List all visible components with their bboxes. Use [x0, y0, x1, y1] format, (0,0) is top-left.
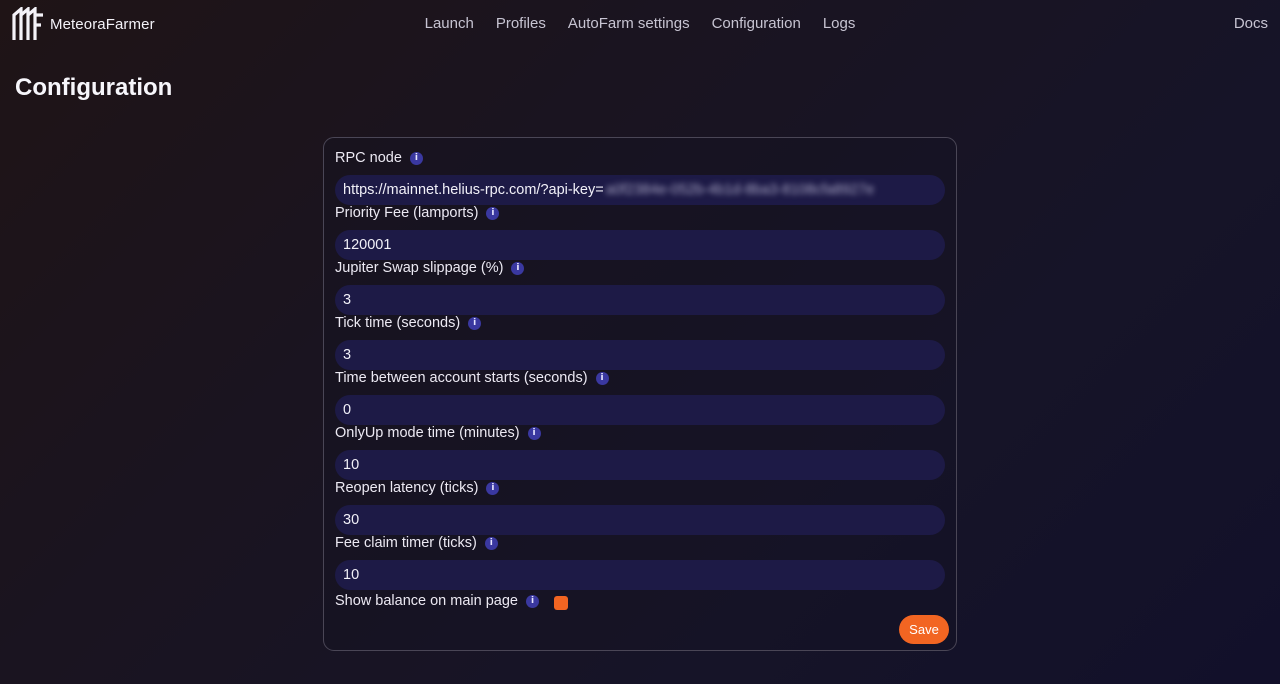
field-rpc-node: RPC node i https://mainnet.helius-rpc.co… — [335, 148, 945, 205]
nav-docs[interactable]: Docs — [1234, 15, 1268, 32]
nav-launch[interactable]: Launch — [425, 15, 474, 32]
show-balance-checkbox[interactable] — [554, 596, 568, 610]
info-icon[interactable]: i — [486, 206, 500, 220]
info-icon[interactable]: i — [468, 316, 482, 330]
rpc-api-key-redacted: a0f2384e-052b-4b1d-8ba3-8108cfa8927e — [605, 182, 875, 198]
priority-fee-label: Priority Fee (lamports) — [335, 205, 479, 221]
field-priority-fee: Priority Fee (lamports) i — [335, 203, 945, 260]
save-button[interactable]: Save — [899, 615, 949, 644]
info-icon[interactable]: i — [526, 594, 539, 608]
nav-configuration[interactable]: Configuration — [712, 15, 801, 32]
show-balance-row: Show balance on main page i — [335, 591, 568, 611]
tick-time-label: Tick time (seconds) — [335, 315, 461, 331]
field-fee-claim-timer: Fee claim timer (ticks) i — [335, 533, 945, 590]
tick-time-input[interactable] — [335, 340, 945, 370]
onlyup-mode-time-input[interactable] — [335, 450, 945, 480]
show-balance-label: Show balance on main page — [335, 593, 518, 609]
field-onlyup-mode-time: OnlyUp mode time (minutes) i — [335, 423, 945, 480]
info-icon[interactable]: i — [511, 261, 525, 275]
info-icon[interactable]: i — [409, 151, 423, 165]
page-title: Configuration — [15, 74, 173, 101]
fee-claim-timer-input[interactable] — [335, 560, 945, 590]
onlyup-mode-time-label: OnlyUp mode time (minutes) — [335, 425, 520, 441]
main-nav: Launch Profiles AutoFarm settings Config… — [0, 15, 1280, 32]
jupiter-slippage-label: Jupiter Swap slippage (%) — [335, 260, 504, 276]
info-icon[interactable]: i — [527, 426, 541, 440]
configuration-form: RPC node i https://mainnet.helius-rpc.co… — [323, 137, 957, 651]
priority-fee-input[interactable] — [335, 230, 945, 260]
field-jupiter-slippage: Jupiter Swap slippage (%) i — [335, 258, 945, 315]
fee-claim-timer-label: Fee claim timer (ticks) — [335, 535, 477, 551]
nav-autofarm-settings[interactable]: AutoFarm settings — [568, 15, 690, 32]
account-start-interval-label: Time between account starts (seconds) — [335, 370, 588, 386]
field-reopen-latency: Reopen latency (ticks) i — [335, 478, 945, 535]
reopen-latency-label: Reopen latency (ticks) — [335, 480, 479, 496]
nav-profiles[interactable]: Profiles — [496, 15, 546, 32]
field-tick-time: Tick time (seconds) i — [335, 313, 945, 370]
nav-logs[interactable]: Logs — [823, 15, 856, 32]
account-start-interval-input[interactable] — [335, 395, 945, 425]
field-account-start-interval: Time between account starts (seconds) i — [335, 368, 945, 425]
info-icon[interactable]: i — [595, 371, 609, 385]
rpc-node-value: https://mainnet.helius-rpc.com/?api-key= — [343, 182, 604, 198]
top-navbar: MeteoraFarmer Launch Profiles AutoFarm s… — [0, 0, 1280, 50]
info-icon[interactable]: i — [484, 536, 498, 550]
rpc-node-input[interactable]: https://mainnet.helius-rpc.com/?api-key=… — [335, 175, 945, 205]
reopen-latency-input[interactable] — [335, 505, 945, 535]
rpc-node-label: RPC node — [335, 150, 402, 166]
info-icon[interactable]: i — [486, 481, 500, 495]
jupiter-slippage-input[interactable] — [335, 285, 945, 315]
